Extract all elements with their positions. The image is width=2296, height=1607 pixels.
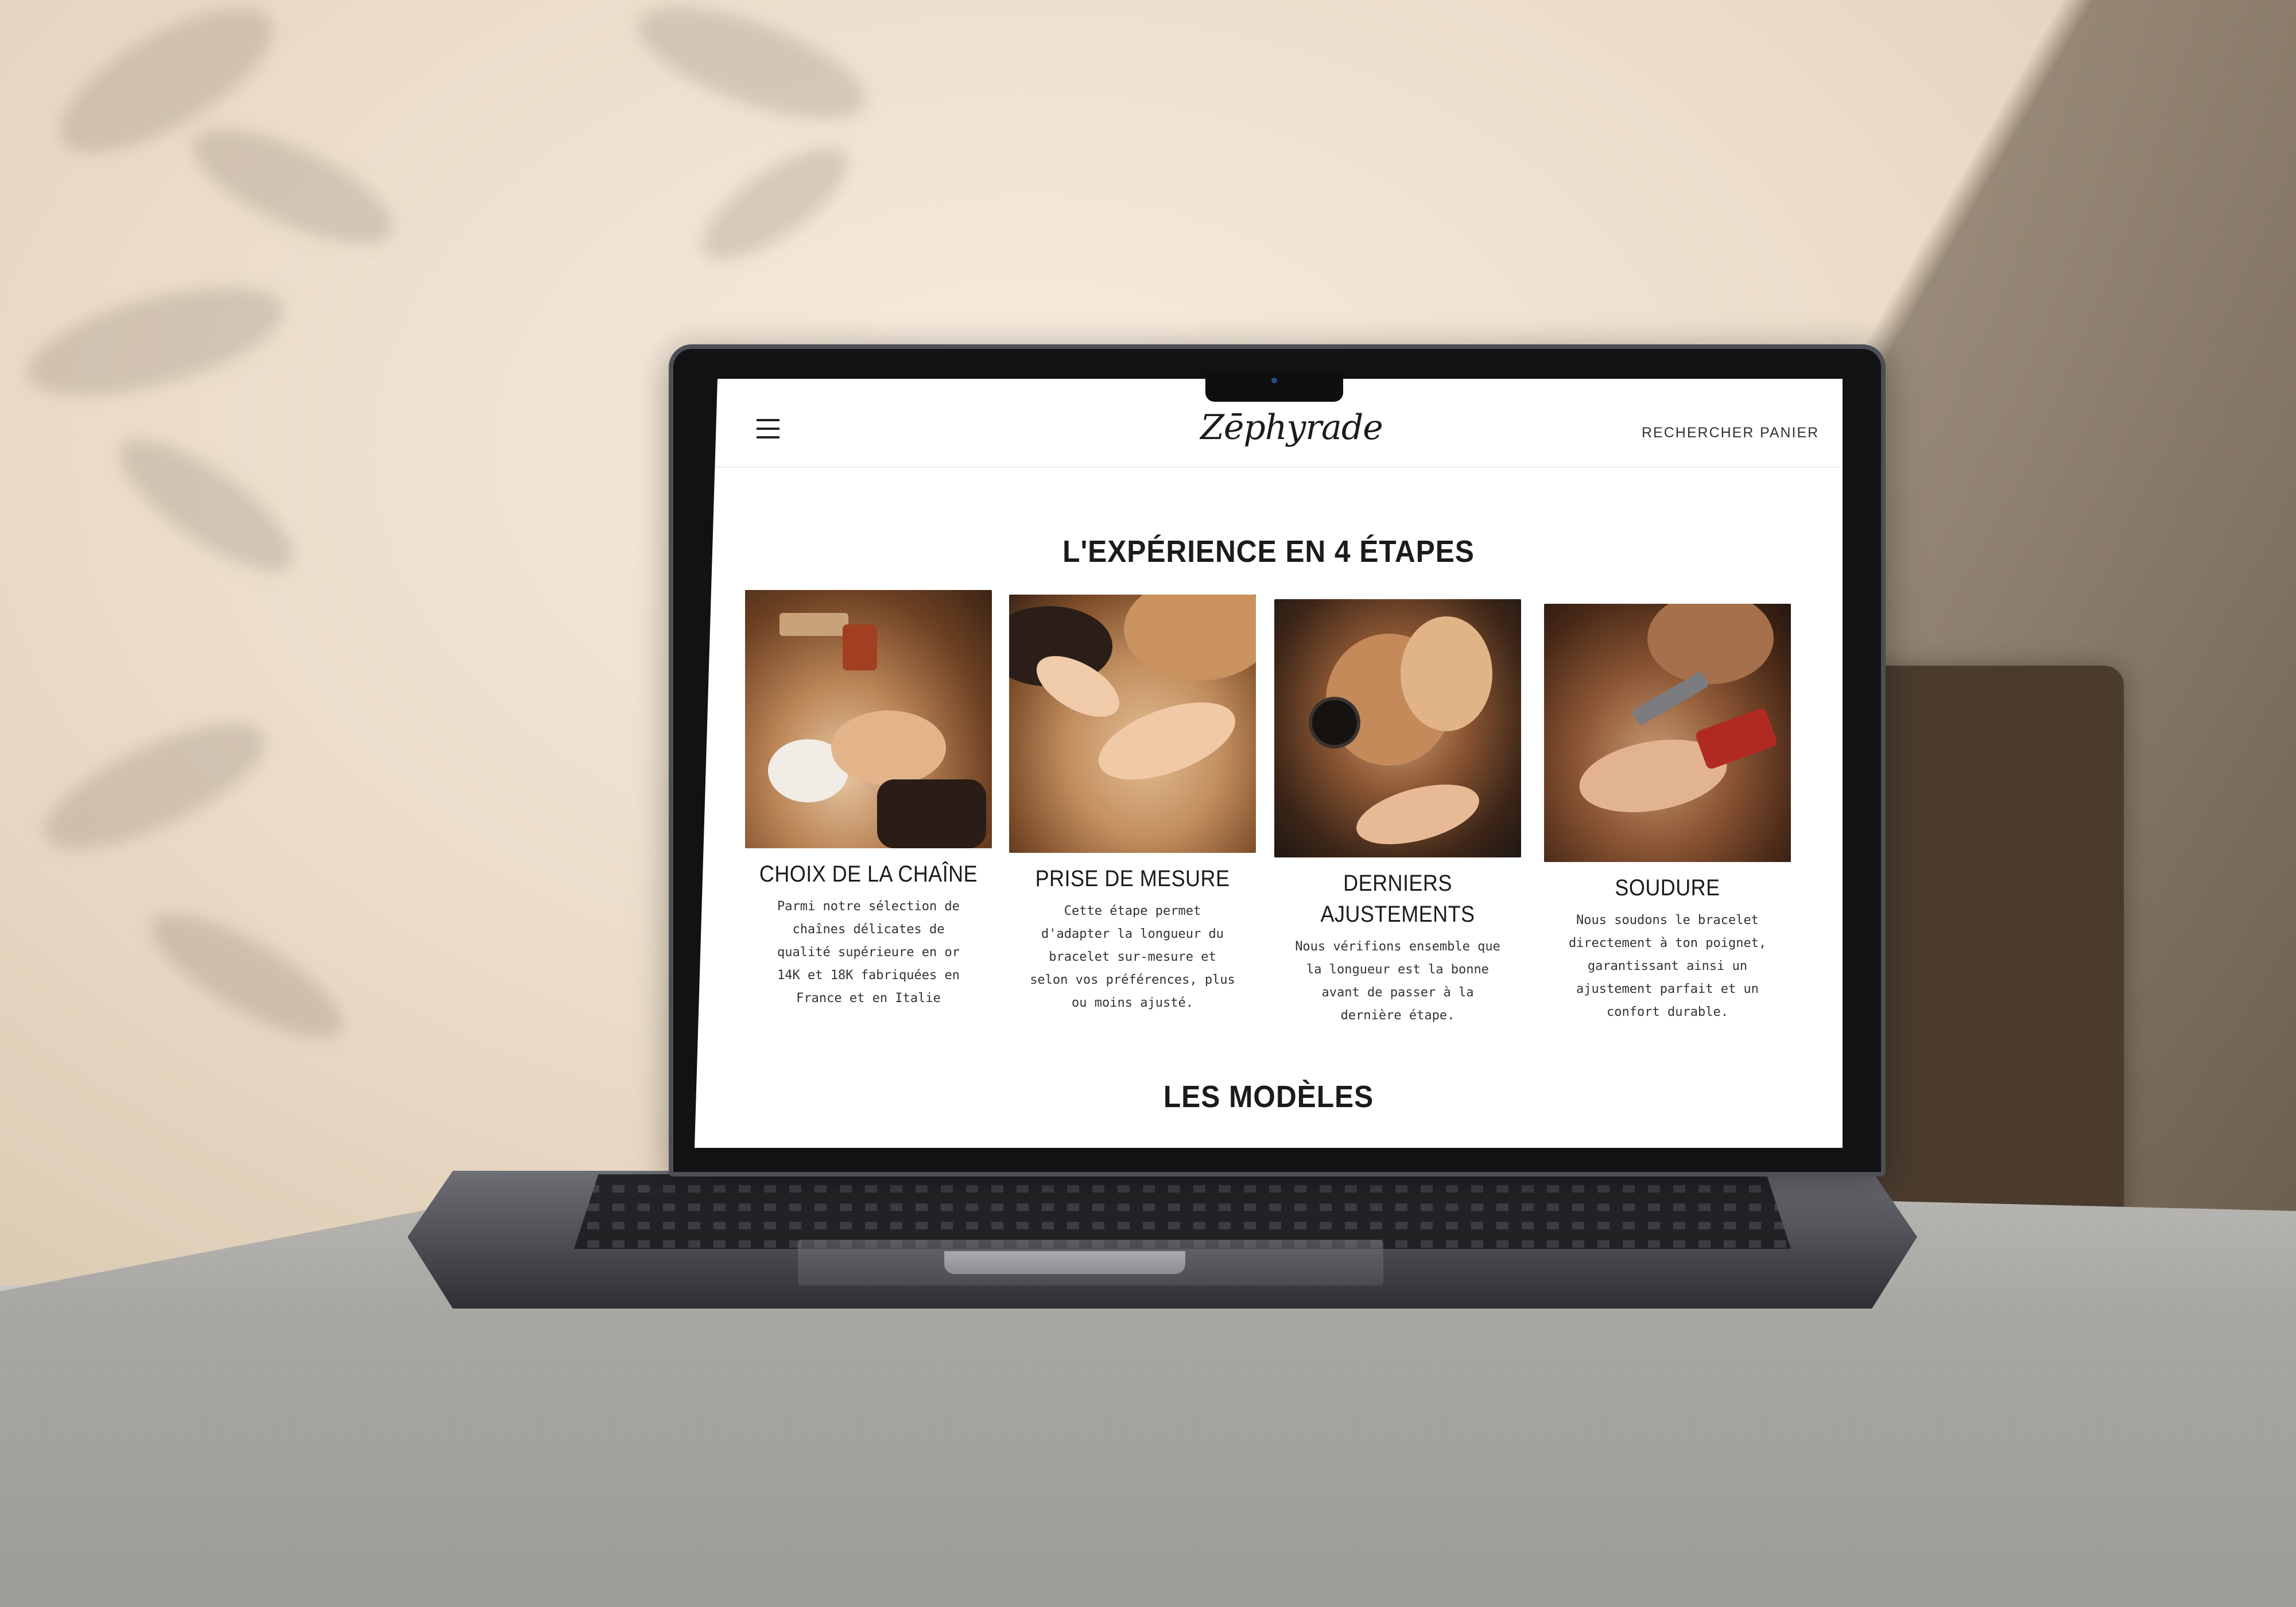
background-box — [1860, 666, 2124, 1245]
step-card: DERNIERS AJUSTEMENTS Nous vérifions ense… — [1274, 599, 1521, 1027]
step-title: DERNIERS AJUSTEMENTS — [1320, 871, 1475, 927]
step-photo-chain-selection — [745, 590, 992, 848]
laptop-keyboard — [574, 1174, 1791, 1249]
step-description: Nous soudons le bracelet directement à t… — [1568, 913, 1767, 1019]
step-card: PRISE DE MESURE Cette étape permet d'ada… — [1009, 595, 1256, 1015]
step-title: PRISE DE MESURE — [1035, 866, 1230, 891]
step-title: SOUDURE — [1615, 875, 1720, 900]
section-title-experience: L'EXPÉRIENCE EN 4 ÉTAPES — [1062, 534, 1475, 569]
step-card: CHOIX DE LA CHAÎNE Parmi notre sélection… — [745, 590, 992, 1010]
step-photo-adjustments — [1274, 599, 1521, 857]
site-logo[interactable]: Zēphyrade — [1200, 407, 1383, 448]
laptop-front-notch — [944, 1251, 1185, 1274]
step-photo-measurement — [1009, 595, 1256, 853]
step-card: SOUDURE Nous soudons le bracelet directe… — [1544, 604, 1791, 1024]
webcam-icon — [1271, 378, 1277, 383]
section-title-models: LES MODÈLES — [1163, 1080, 1374, 1114]
step-photo-welding — [1544, 604, 1791, 862]
step-title: CHOIX DE LA CHAÎNE — [759, 861, 978, 887]
hamburger-menu-icon[interactable] — [757, 419, 779, 438]
laptop-screen: Zēphyrade RECHERCHER PANIER L'EXPÉRIENCE… — [695, 379, 1843, 1148]
step-description: Cette étape permet d'adapter la longueur… — [1030, 904, 1235, 1010]
step-description: Parmi notre sélection de chaînes délicat… — [777, 899, 960, 1006]
nav-cart-link[interactable]: PANIER — [1760, 425, 1819, 441]
step-description: Nous vérifions ensemble que la longueur … — [1295, 940, 1500, 1023]
nav-search-link[interactable]: RECHERCHER — [1642, 425, 1754, 441]
